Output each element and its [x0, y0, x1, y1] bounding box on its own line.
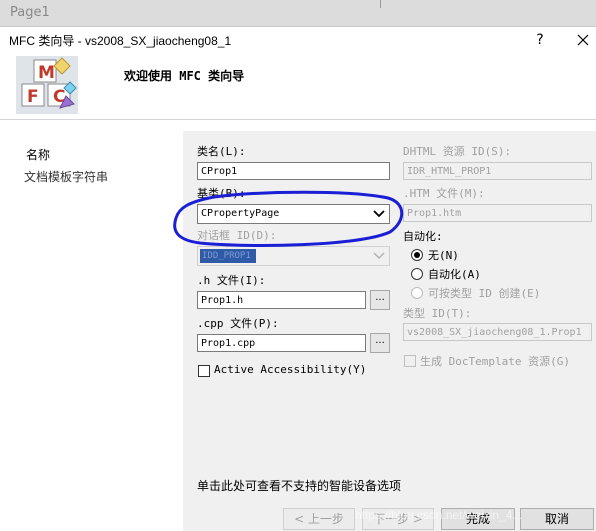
close-icon [577, 34, 589, 46]
annotation-circle [173, 190, 404, 247]
svg-text:M: M [38, 63, 55, 83]
close-button[interactable] [572, 30, 594, 50]
h-file-input[interactable]: Prop1.h [197, 291, 366, 309]
background-window-titlebar [0, 0, 596, 27]
cancel-button[interactable]: 取消 [520, 508, 594, 530]
back-button[interactable]: < 上一步 [283, 508, 355, 530]
doc-template-label: 生成 DocTemplate 资源(G) [420, 355, 570, 368]
automation-none-radio[interactable] [411, 249, 423, 261]
automation-automation-label: 自动化(A) [428, 268, 481, 281]
watermark-text: https://blog.csdn.net/weixin_4... [355, 508, 523, 522]
wizard-header [0, 53, 596, 119]
h-file-browse-button[interactable]: ... [370, 290, 390, 310]
chevron-down-icon [373, 247, 385, 268]
smart-device-options-link[interactable]: 单击此处可查看不支持的智能设备选项 [197, 477, 401, 494]
active-accessibility-label: Active Accessibility(Y) [214, 363, 367, 376]
background-window-title: Page1 [10, 5, 50, 20]
dhtml-id-label: DHTML 资源 ID(S): [403, 145, 512, 158]
doc-template-checkbox[interactable] [404, 355, 416, 367]
automation-createable-radio[interactable] [411, 287, 423, 299]
class-name-input[interactable]: CProp1 [197, 162, 390, 180]
type-id-label: 类型 ID(T): [403, 307, 472, 320]
wizard-nav [0, 131, 182, 531]
htm-file-label: .HTM 文件(M): [403, 187, 485, 200]
cpp-file-input[interactable]: Prop1.cpp [197, 334, 366, 352]
automation-none-label: 无(N) [428, 249, 459, 262]
nav-item-doc-template-strings[interactable]: 文档模板字符串 [24, 168, 108, 185]
help-button[interactable]: ? [530, 30, 550, 50]
mfc-logo-icon: M F C [16, 56, 78, 114]
automation-createable-label: 可按类型 ID 创建(E) [428, 287, 541, 300]
cpp-file-browse-button[interactable]: ... [370, 333, 390, 353]
dhtml-id-input[interactable]: IDR_HTML_PROP1 [403, 162, 592, 180]
active-accessibility-checkbox[interactable] [198, 365, 210, 377]
header-divider [0, 119, 596, 120]
automation-automation-radio[interactable] [411, 268, 423, 280]
nav-item-names[interactable]: 名称 [26, 146, 50, 163]
class-name-label: 类名(L): [197, 145, 246, 158]
dialog-id-dropdown[interactable]: IDD_PROP1 [197, 246, 390, 266]
type-id-input[interactable]: vs2008_SX_jiaocheng08_1.Prop1 [403, 323, 592, 341]
background-window-divider [380, 0, 381, 8]
cpp-file-label: .cpp 文件(P): [197, 317, 279, 330]
welcome-heading: 欢迎使用 MFC 类向导 [124, 69, 245, 83]
svg-text:F: F [27, 87, 39, 107]
htm-file-input[interactable]: Prop1.htm [403, 204, 592, 222]
dialog-title: MFC 类向导 - vs2008_SX_jiaocheng08_1 [9, 34, 232, 48]
dialog-id-value: IDD_PROP1 [200, 249, 256, 263]
h-file-label: .h 文件(I): [197, 274, 266, 287]
